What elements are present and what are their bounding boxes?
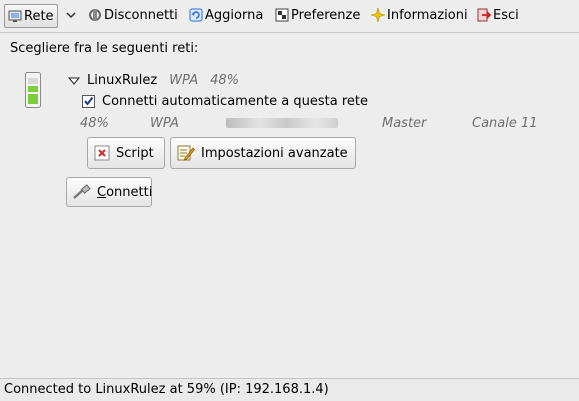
- script-button[interactable]: Script: [87, 137, 165, 169]
- mac-address-redacted: [226, 118, 338, 128]
- toolbar: Rete Disconnetti Aggiorna Preferenze Inf…: [0, 0, 579, 32]
- star-icon: [369, 6, 387, 24]
- network-menu-label: Rete: [24, 8, 54, 24]
- network-strength: 48%: [210, 73, 240, 88]
- toolbar-separator: [0, 32, 579, 33]
- detail-channel: Canale 11: [472, 116, 538, 131]
- network-menu-button[interactable]: Rete: [4, 4, 58, 28]
- preferences-button[interactable]: Preferenze: [275, 4, 360, 26]
- expander-triangle-icon[interactable]: [67, 74, 81, 88]
- quit-label: Esci: [493, 7, 519, 23]
- advanced-settings-label: Impostazioni avanzate: [201, 145, 348, 161]
- refresh-button[interactable]: Aggiorna: [189, 4, 263, 26]
- script-icon: [94, 145, 110, 161]
- refresh-label: Aggiorna: [205, 7, 264, 23]
- preferences-icon: [275, 8, 289, 22]
- network-dropdown-arrow[interactable]: [64, 4, 78, 26]
- exit-icon: [477, 8, 492, 22]
- script-button-label: Script: [116, 145, 154, 161]
- network-list-prompt: Scegliere fra le seguenti reti:: [10, 41, 199, 56]
- disconnect-button[interactable]: Disconnetti: [88, 4, 178, 26]
- auto-connect-row[interactable]: Connetti automaticamente a questa rete: [82, 94, 368, 109]
- network-icon: [8, 9, 22, 23]
- detail-security: WPA: [150, 116, 179, 131]
- disconnect-icon: [88, 8, 102, 22]
- about-label: Informazioni: [387, 7, 468, 23]
- network-name: LinuxRulez: [87, 73, 158, 88]
- advanced-settings-button[interactable]: Impostazioni avanzate: [170, 137, 356, 169]
- status-text: Connected to LinuxRulez at 59% (IP: 192.…: [4, 382, 329, 397]
- chevron-down-icon: [64, 8, 78, 22]
- disconnect-label: Disconnetti: [104, 7, 178, 23]
- network-row[interactable]: LinuxRulez WPA 48%: [67, 73, 239, 88]
- connect-button-label: Connetti: [97, 184, 153, 200]
- quit-button[interactable]: Esci: [477, 4, 519, 26]
- auto-connect-label: Connetti automaticamente a questa rete: [102, 94, 368, 109]
- plug-icon: [73, 184, 91, 200]
- auto-connect-checkbox[interactable]: [82, 95, 95, 108]
- about-button[interactable]: Informazioni: [369, 4, 468, 26]
- preferences-label: Preferenze: [291, 7, 361, 23]
- network-security: WPA: [169, 73, 199, 88]
- connect-button[interactable]: Connetti: [66, 177, 152, 207]
- detail-mode: Master: [382, 116, 427, 131]
- detail-strength: 48%: [80, 116, 109, 131]
- status-bar: Connected to LinuxRulez at 59% (IP: 192.…: [0, 378, 579, 401]
- edit-document-icon: [177, 144, 195, 162]
- signal-strength-meter: [25, 72, 41, 108]
- refresh-icon: [189, 8, 203, 22]
